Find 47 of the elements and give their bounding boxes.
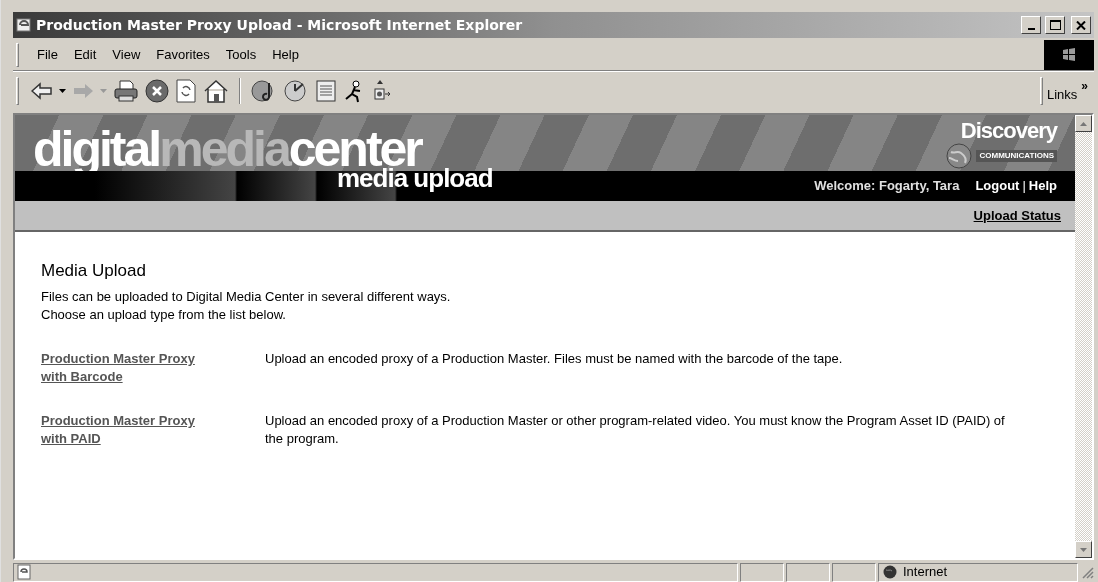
minimize-button[interactable] bbox=[1021, 16, 1041, 34]
close-icon[interactable] bbox=[1076, 20, 1086, 30]
printer-icon[interactable] bbox=[113, 78, 139, 103]
upload-type-description: Upload an encoded proxy of a Production Master or other program-related video. You must know the Program Asset ID (PAID) of the program. bbox=[265, 412, 1006, 448]
media-share-icon[interactable] bbox=[371, 78, 393, 103]
menu-item[interactable]: View bbox=[104, 43, 149, 66]
home-icon[interactable] bbox=[203, 78, 229, 103]
links-label[interactable]: Links bbox=[1042, 84, 1082, 105]
page-icon bbox=[16, 564, 32, 580]
window-title: Production Master Proxy Upload - Microsoft Internet Explorer bbox=[36, 15, 523, 35]
help-link[interactable]: Help bbox=[1028, 176, 1057, 196]
brand-subtitle: COMMUNICATIONS bbox=[976, 150, 1057, 162]
upload-type-link[interactable]: Production Master Proxy with Barcode bbox=[41, 350, 211, 386]
upload-type-description: Upload an encoded proxy of a Production Master. Files must be named with the barcode of the tape. bbox=[265, 350, 844, 368]
dropdown-caret-icon[interactable] bbox=[59, 88, 66, 93]
page-heading: Media Upload bbox=[41, 260, 147, 282]
stop-icon[interactable] bbox=[145, 78, 169, 103]
status-pane bbox=[832, 562, 876, 582]
windows-flag-icon bbox=[1061, 46, 1077, 63]
scrollbar[interactable] bbox=[1075, 115, 1092, 558]
scroll-down-icon[interactable] bbox=[1080, 547, 1087, 552]
resize-grip-icon[interactable] bbox=[1080, 565, 1094, 579]
chevron-icon[interactable]: » bbox=[1081, 76, 1088, 95]
refresh-page-icon[interactable] bbox=[175, 78, 197, 103]
separator-text: | bbox=[1022, 177, 1026, 196]
welcome-text: Welcome: Fogarty, Tara bbox=[814, 177, 960, 196]
status-pane bbox=[786, 562, 830, 582]
maximize-button[interactable] bbox=[1045, 16, 1065, 34]
close-button[interactable] bbox=[1071, 16, 1091, 34]
status-pane bbox=[740, 562, 784, 582]
zone-label: Internet bbox=[903, 563, 948, 582]
menu-item[interactable]: Edit bbox=[65, 43, 105, 66]
clock-icon[interactable] bbox=[283, 78, 309, 103]
document-lines-icon[interactable] bbox=[315, 78, 337, 103]
scroll-up-icon[interactable] bbox=[1080, 121, 1087, 126]
upload-status-link[interactable]: Upload Status bbox=[973, 205, 1061, 226]
browser-icon bbox=[16, 17, 32, 33]
intro-text: Choose an upload type from the list below. bbox=[41, 306, 287, 324]
logout-link[interactable]: Logout bbox=[975, 176, 1020, 196]
upload-type-link[interactable]: Production Master Proxy with PAID bbox=[41, 412, 211, 448]
brand-name: Discovery bbox=[960, 119, 1057, 143]
intro-text: Files can be uploaded to Digital Media Center in several different ways. bbox=[41, 288, 452, 306]
menu-item[interactable]: Help bbox=[264, 43, 307, 66]
menu-item[interactable]: File bbox=[29, 43, 66, 66]
menu-item[interactable]: Favorites bbox=[148, 43, 218, 66]
menu-item[interactable]: Tools bbox=[217, 43, 265, 66]
back-arrow-icon[interactable] bbox=[31, 81, 53, 100]
